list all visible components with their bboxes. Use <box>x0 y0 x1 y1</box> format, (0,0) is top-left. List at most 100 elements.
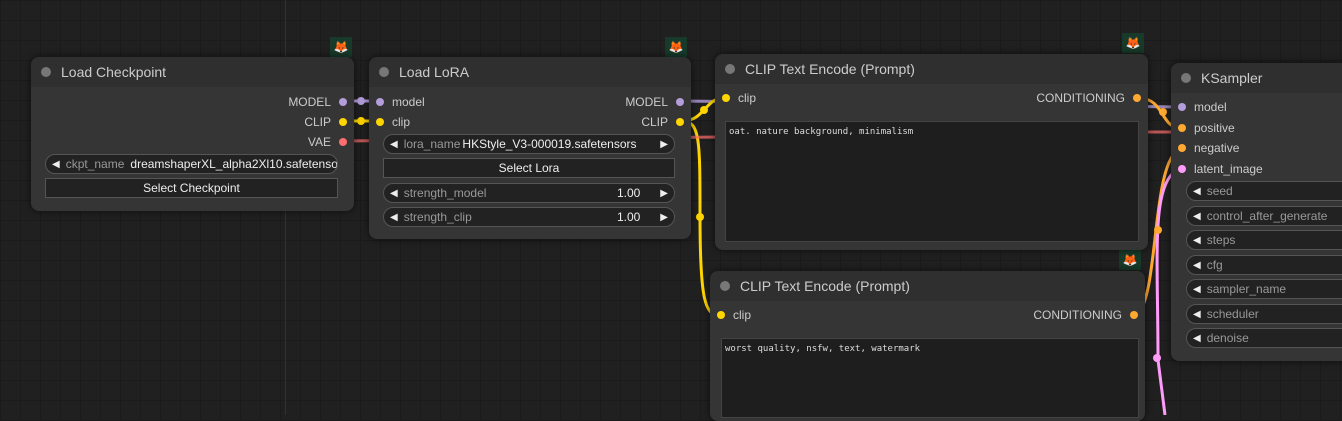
arrow-left-icon[interactable]: ◀ <box>390 139 398 150</box>
fox-icon: 🦊 <box>1119 250 1141 270</box>
arrow-left-icon[interactable]: ◀ <box>1193 211 1201 222</box>
slot-dot[interactable] <box>676 98 684 106</box>
output-model[interactable]: MODEL <box>288 93 347 111</box>
slot-label: negative <box>1194 141 1240 155</box>
sampler-name-widget[interactable]: ◀ sampler_name <box>1186 279 1342 299</box>
collapse-dot[interactable] <box>725 64 735 74</box>
slot-dot[interactable] <box>1178 144 1186 152</box>
arrow-left-icon[interactable]: ◀ <box>390 212 398 223</box>
slot-dot[interactable] <box>339 98 347 106</box>
widget-label: sampler_name <box>1206 282 1287 296</box>
seed-widget[interactable]: ◀ seed 1 <box>1186 181 1342 201</box>
select-checkpoint-button[interactable]: Select Checkpoint <box>45 178 338 198</box>
reroute-dot <box>700 106 708 114</box>
strength-model-slider[interactable]: ◀ strength_model 1.00 ▶ <box>383 183 675 203</box>
arrow-right-icon[interactable]: ▶ <box>660 188 668 199</box>
slot-label: VAE <box>307 135 331 149</box>
arrow-left-icon[interactable]: ◀ <box>1193 333 1201 344</box>
collapse-dot[interactable] <box>41 67 51 77</box>
steps-widget[interactable]: ◀ steps <box>1186 230 1342 250</box>
node-title: CLIP Text Encode (Prompt) <box>745 61 915 77</box>
output-conditioning[interactable]: CONDITIONING <box>1036 89 1141 107</box>
input-clip[interactable]: clip <box>717 306 751 324</box>
slot-label: positive <box>1194 121 1235 135</box>
slot-dot[interactable] <box>717 311 725 319</box>
node-title: KSampler <box>1201 70 1263 86</box>
slot-dot[interactable] <box>339 118 347 126</box>
slot-label: clip <box>738 91 757 105</box>
input-negative[interactable]: negative <box>1178 139 1239 157</box>
slot-dot[interactable] <box>1178 103 1186 111</box>
input-model[interactable]: model <box>376 93 425 111</box>
slot-dot[interactable] <box>1133 94 1141 102</box>
widget-value: 1.00 <box>616 186 641 200</box>
fox-icon: 🦊 <box>330 37 352 57</box>
node-header[interactable]: CLIP Text Encode (Prompt) <box>710 271 1145 301</box>
reroute-dot <box>1154 226 1162 234</box>
widget-value: 1.00 <box>616 210 641 224</box>
node-title: Load Checkpoint <box>61 64 167 80</box>
strength-clip-slider[interactable]: ◀ strength_clip 1.00 ▶ <box>383 207 675 227</box>
collapse-dot[interactable] <box>1181 73 1191 83</box>
widget-label: ckpt_name <box>65 157 125 171</box>
input-positive[interactable]: positive <box>1178 119 1235 137</box>
slot-dot[interactable] <box>676 118 684 126</box>
output-clip[interactable]: CLIP <box>304 113 347 131</box>
node-load-checkpoint[interactable]: Load Checkpoint MODEL CLIP VAE ◀ ckpt_na… <box>31 57 354 211</box>
arrow-left-icon[interactable]: ◀ <box>52 159 60 170</box>
node-ksampler[interactable]: KSampler model positive negative latent_… <box>1171 63 1342 361</box>
arrow-left-icon[interactable]: ◀ <box>1193 186 1201 197</box>
slot-dot[interactable] <box>1130 311 1138 319</box>
slot-dot[interactable] <box>339 138 347 146</box>
node-clip-text-encode-positive[interactable]: CLIP Text Encode (Prompt) clip CONDITION… <box>715 54 1148 250</box>
node-header[interactable]: Load LoRA <box>369 57 691 87</box>
slot-dot[interactable] <box>376 98 384 106</box>
slot-label: clip <box>733 308 752 322</box>
input-latent-image[interactable]: latent_image <box>1178 160 1263 178</box>
arrow-left-icon[interactable]: ◀ <box>1193 260 1201 271</box>
collapse-dot[interactable] <box>720 281 730 291</box>
output-conditioning[interactable]: CONDITIONING <box>1033 306 1138 324</box>
prompt-textarea[interactable]: worst quality, nsfw, text, watermark <box>721 338 1139 418</box>
widget-value: dreamshaperXL_alpha2Xl10.safetensors <box>130 157 338 171</box>
widget-label: steps <box>1206 233 1236 247</box>
arrow-left-icon[interactable]: ◀ <box>1193 235 1201 246</box>
fox-icon: 🦊 <box>665 37 687 57</box>
arrow-right-icon[interactable]: ▶ <box>660 212 668 223</box>
arrow-right-icon[interactable]: ▶ <box>660 139 668 150</box>
scheduler-widget[interactable]: ◀ scheduler <box>1186 304 1342 324</box>
control-after-generate-widget[interactable]: ◀ control_after_generate <box>1186 206 1342 226</box>
denoise-widget[interactable]: ◀ denoise <box>1186 328 1342 348</box>
slot-dot[interactable] <box>1178 165 1186 173</box>
slot-label: CONDITIONING <box>1033 308 1122 322</box>
arrow-left-icon[interactable]: ◀ <box>390 188 398 199</box>
widget-label: control_after_generate <box>1206 209 1328 223</box>
output-clip[interactable]: CLIP <box>641 113 684 131</box>
cfg-widget[interactable]: ◀ cfg <box>1186 255 1342 275</box>
reroute-dot <box>357 97 365 105</box>
input-model[interactable]: model <box>1178 98 1227 116</box>
lora-name-combo[interactable]: ◀ lora_name HKStyle_V3-000019.safetensor… <box>383 134 675 154</box>
slot-label: CLIP <box>641 115 668 129</box>
widget-label: lora_name <box>403 137 461 151</box>
output-model[interactable]: MODEL <box>625 93 684 111</box>
node-header[interactable]: CLIP Text Encode (Prompt) <box>715 54 1148 84</box>
node-header[interactable]: KSampler <box>1171 63 1342 93</box>
arrow-left-icon[interactable]: ◀ <box>1193 284 1201 295</box>
arrow-left-icon[interactable]: ◀ <box>1193 309 1201 320</box>
slot-label: MODEL <box>288 95 331 109</box>
node-header[interactable]: Load Checkpoint <box>31 57 354 87</box>
slot-dot[interactable] <box>722 94 730 102</box>
input-clip[interactable]: clip <box>376 113 410 131</box>
output-vae[interactable]: VAE <box>308 133 347 151</box>
node-clip-text-encode-negative[interactable]: CLIP Text Encode (Prompt) clip CONDITION… <box>710 271 1145 421</box>
prompt-textarea[interactable]: oat. nature background, minimalism <box>725 121 1139 242</box>
slot-dot[interactable] <box>376 118 384 126</box>
slot-dot[interactable] <box>1178 124 1186 132</box>
input-clip[interactable]: clip <box>722 89 756 107</box>
node-load-lora[interactable]: Load LoRA model clip MODEL CLIP ◀ lora_n… <box>369 57 691 239</box>
collapse-dot[interactable] <box>379 67 389 77</box>
ckpt-name-combo[interactable]: ◀ ckpt_name dreamshaperXL_alpha2Xl10.saf… <box>45 154 338 174</box>
select-lora-button[interactable]: Select Lora <box>383 158 675 178</box>
node-title: CLIP Text Encode (Prompt) <box>740 278 910 294</box>
